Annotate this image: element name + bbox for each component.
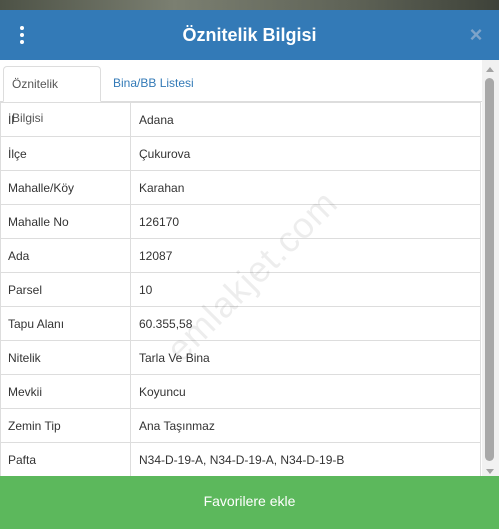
table-row: İl Adana [0,102,481,137]
attribute-key: Zemin Tip [0,408,131,443]
table-row: Pafta N34-D-19-A, N34-D-19-A, N34-D-19-B [0,442,481,477]
table-row: Tapu Alanı 60.355,58 [0,306,481,341]
attribute-key: Pafta [0,442,131,477]
scrollbar[interactable] [482,60,499,476]
menu-dot [20,40,24,44]
table-row: Ada 12087 [0,238,481,273]
add-to-favorites-button[interactable]: Favorilere ekle [0,476,499,529]
table-row: Zemin Tip Ana Taşınmaz [0,408,481,443]
table-row: İlçe Çukurova [0,136,481,171]
attribute-info-dialog: Öznitelik Bilgisi × Öznitelik Bilgisi Bi… [0,10,499,529]
attribute-value: Ana Taşınmaz [130,408,481,443]
attribute-value: Adana [130,102,481,137]
scroll-thumb[interactable] [485,78,494,461]
attribute-key: Mevkii [0,374,131,409]
attribute-key: Parsel [0,272,131,307]
attribute-value: Koyuncu [130,374,481,409]
attribute-key: İlçe [0,136,131,171]
menu-dot [20,33,24,37]
dialog-header: Öznitelik Bilgisi × [0,10,499,60]
tab-building-list[interactable]: Bina/BB Listesi [105,66,202,102]
attribute-value: Tarla Ve Bina [130,340,481,375]
tab-bar: Öznitelik Bilgisi Bina/BB Listesi [0,60,482,125]
attribute-value: 12087 [130,238,481,273]
table-row: Nitelik Tarla Ve Bina [0,340,481,375]
table-row: Mahalle No 126170 [0,204,481,239]
attribute-table: İl Adana İlçe Çukurova Mahalle/Köy Karahan Mah… [0,102,481,477]
attribute-key: Nitelik [0,340,131,375]
close-icon[interactable]: × [467,23,485,47]
table-row: Mahalle/Köy Karahan [0,170,481,205]
scroll-down-arrow-icon[interactable] [486,469,494,474]
attribute-value: 60.355,58 [130,306,481,341]
attribute-key: Mahalle/Köy [0,170,131,205]
attribute-key: Ada [0,238,131,273]
dialog-title: Öznitelik Bilgisi [182,25,317,45]
attribute-value: N34-D-19-A, N34-D-19-A, N34-D-19-B [130,442,481,477]
attribute-key: Tapu Alanı [0,306,131,341]
scroll-up-arrow-icon[interactable] [486,67,494,72]
table-row: Parsel 10 [0,272,481,307]
attribute-key: Mahalle No [0,204,131,239]
attribute-value: 126170 [130,204,481,239]
attribute-value: Karahan [130,170,481,205]
attribute-key: İl [0,102,131,137]
tab-attribute-info[interactable]: Öznitelik Bilgisi [3,66,101,125]
vertical-dots-icon[interactable] [12,22,32,48]
menu-dot [20,26,24,30]
table-row: Mevkii Koyuncu [0,374,481,409]
attribute-value: Çukurova [130,136,481,171]
attribute-value: 10 [130,272,481,307]
